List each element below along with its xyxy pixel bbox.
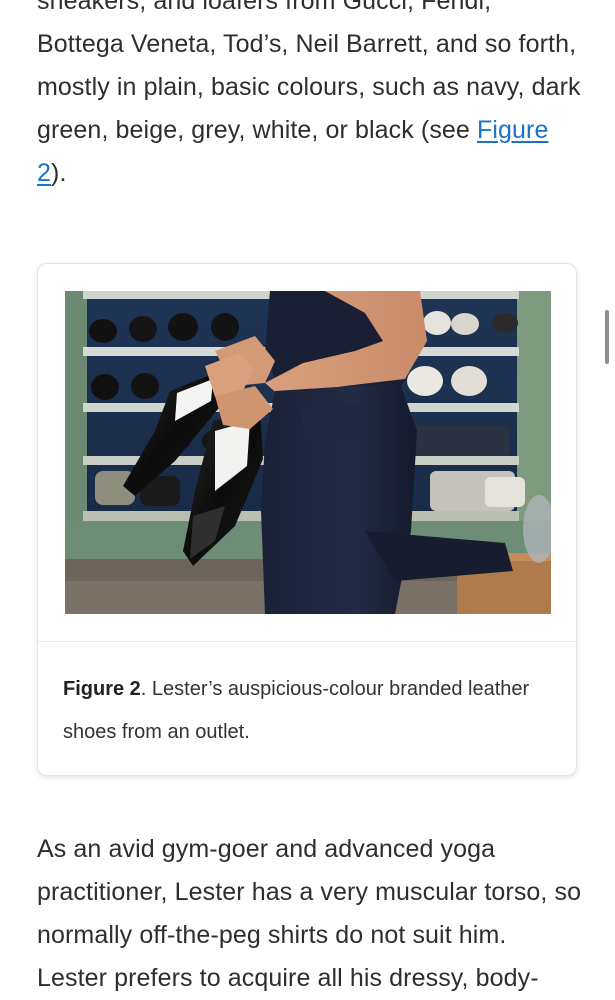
paragraph-top: sneakers, and loafers from Gucci, Fendi,… (37, 0, 582, 195)
paragraph-bottom: As an avid gym-goer and advanced yoga pr… (37, 835, 582, 992)
figure-card: Figure 2. Lester’s auspicious-colour bra… (37, 263, 577, 776)
article-content: sneakers, and loafers from Gucci, Fendi,… (0, 0, 615, 1000)
figure-image (65, 291, 551, 614)
paragraph-top-end: ). (51, 159, 67, 187)
figure-caption: Figure 2. Lester’s auspicious-colour bra… (63, 668, 553, 754)
figure-caption-label: Figure 2 (63, 678, 141, 700)
scrollbar-thumb[interactable] (605, 310, 609, 364)
figure-divider (38, 641, 576, 642)
